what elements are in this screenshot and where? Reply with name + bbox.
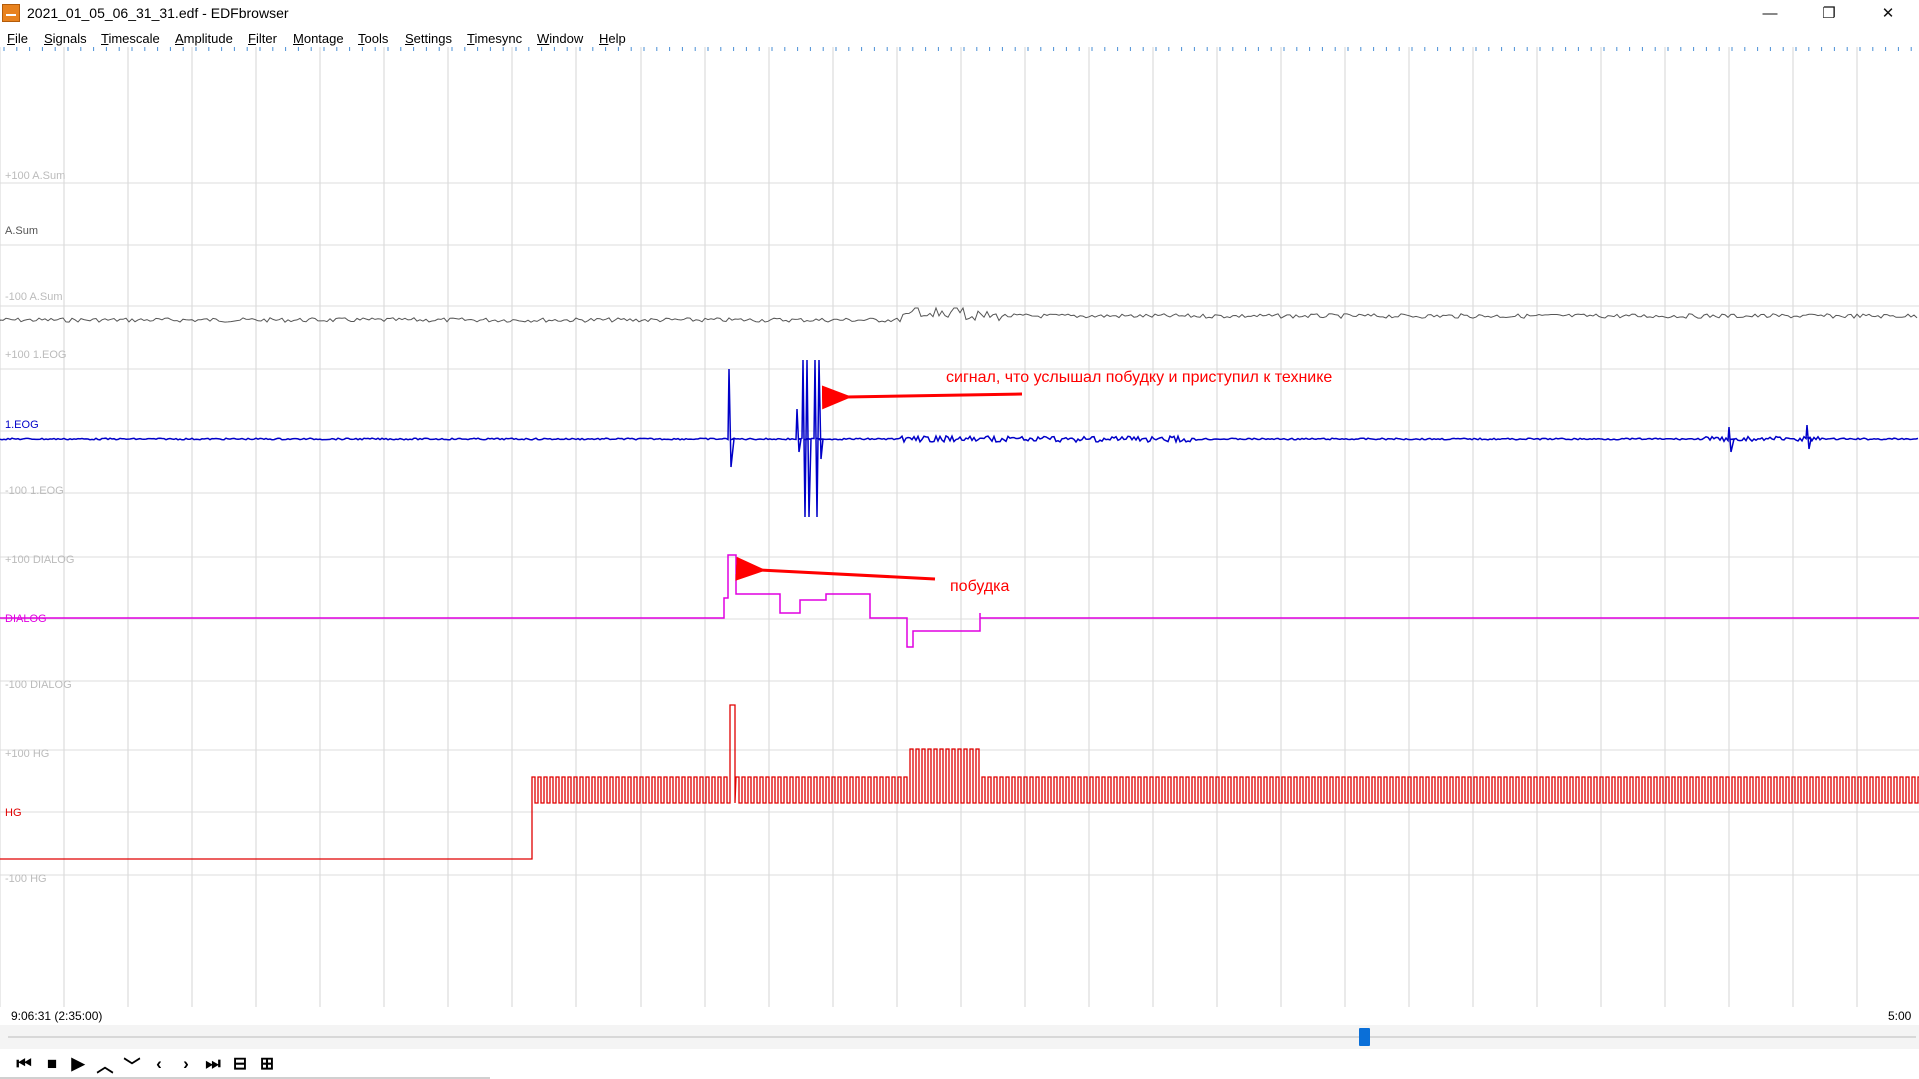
go-to-start-icon: ⏮: [16, 1054, 32, 1073]
menu-timesync[interactable]: Timesync: [467, 31, 522, 46]
scrollbar-thumb[interactable]: [1359, 1028, 1370, 1046]
eog-annotation-text: сигнал, что услышал побудку и приступил …: [946, 369, 1332, 386]
dialog-upper-label: +100 DIALOG: [5, 554, 74, 566]
restore-button[interactable]: ❐: [1806, 0, 1852, 26]
amplitude-down-icon: ﹀: [123, 1056, 141, 1076]
dialog-lower-label: -100 DIALOG: [5, 679, 72, 691]
dialog-annotation-text: побудка: [950, 578, 1010, 595]
play-button[interactable]: ▶: [66, 1052, 90, 1076]
asum-signal-label[interactable]: A.Sum: [5, 225, 38, 237]
hg-lower-label: -100 HG: [5, 873, 47, 885]
time-start-label: 9:06:31 (2:35:00): [11, 1009, 103, 1023]
amplitude-grid: [0, 182, 1919, 876]
eog-lower-label: -100 1.EOG: [5, 485, 64, 497]
asum-lower-label: -100 A.Sum: [5, 291, 62, 303]
eog-signal-label[interactable]: 1.EOG: [5, 419, 39, 431]
amplitude-down-button[interactable]: ﹀: [120, 1052, 144, 1076]
page-forward-icon: ›: [183, 1054, 189, 1073]
title-bar: 2021_01_05_06_31_31.edf - EDFbrowser — ❐…: [0, 0, 1919, 26]
menu-bar: File Signals Timescale Amplitude Filter …: [0, 27, 1919, 47]
page-forward-button[interactable]: ›: [174, 1052, 198, 1076]
asum-trace: [0, 306, 1918, 323]
menu-montage[interactable]: Montage: [293, 31, 344, 46]
amplitude-up-icon: ︿: [96, 1056, 114, 1076]
menu-signals[interactable]: Signals: [44, 31, 87, 46]
time-end-label: 5:00: [1888, 1009, 1912, 1023]
hg-upper-label: +100 HG: [5, 748, 49, 760]
menu-window[interactable]: Window: [537, 31, 583, 46]
zoom-in-button[interactable]: ⊞: [255, 1052, 279, 1076]
page-back-icon: ‹: [156, 1054, 162, 1073]
dialog-signal-label[interactable]: DIALOG: [5, 613, 47, 625]
go-to-start-button[interactable]: ⏮: [12, 1052, 36, 1076]
zoom-in-icon: ⊞: [259, 1054, 275, 1073]
close-button[interactable]: ✕: [1865, 0, 1911, 26]
page-back-button[interactable]: ‹: [147, 1052, 171, 1076]
asum-upper-label: +100 A.Sum: [5, 170, 65, 182]
menu-help[interactable]: Help: [599, 31, 626, 46]
go-to-end-button[interactable]: ⏭: [201, 1052, 225, 1076]
stop-button[interactable]: ■: [40, 1052, 64, 1076]
scrollbar-track: [8, 1036, 1916, 1038]
dialog-trace: [0, 554, 1919, 648]
amplitude-up-button[interactable]: ︿: [93, 1052, 117, 1076]
hg-signal-label[interactable]: HG: [5, 807, 22, 819]
menu-settings[interactable]: Settings: [405, 31, 452, 46]
minimize-button[interactable]: —: [1747, 0, 1793, 26]
signal-plot-area[interactable]: +100 A.Sum A.Sum -100 A.Sum +100 1.EOG 1…: [0, 47, 1919, 1007]
eog-upper-label: +100 1.EOG: [5, 349, 66, 361]
menu-timescale[interactable]: Timescale: [101, 31, 160, 46]
go-to-end-icon: ⏭: [205, 1054, 221, 1073]
stop-icon: ■: [46, 1054, 58, 1073]
eog-annotation-arrow: [821, 385, 1023, 410]
time-grid: [0, 47, 1912, 1007]
dialog-annotation-arrow: [735, 556, 936, 581]
menu-file[interactable]: File: [7, 31, 28, 46]
menu-amplitude[interactable]: Amplitude: [175, 31, 233, 46]
edfbrowser-logo-icon: [2, 4, 20, 22]
hg-trace: [0, 704, 1919, 860]
play-icon: ▶: [71, 1054, 85, 1073]
menu-filter[interactable]: Filter: [248, 31, 277, 46]
playback-toolbar: ⏮ ■ ▶ ︿ ﹀ ‹ › ⏭ ⊟ ⊞: [0, 1050, 1919, 1079]
zoom-out-button[interactable]: ⊟: [228, 1052, 252, 1076]
menu-tools[interactable]: Tools: [358, 31, 388, 46]
zoom-out-icon: ⊟: [232, 1054, 248, 1073]
window-title: 2021_01_05_06_31_31.edf - EDFbrowser: [27, 5, 289, 21]
time-scrollbar[interactable]: [0, 1025, 1919, 1049]
